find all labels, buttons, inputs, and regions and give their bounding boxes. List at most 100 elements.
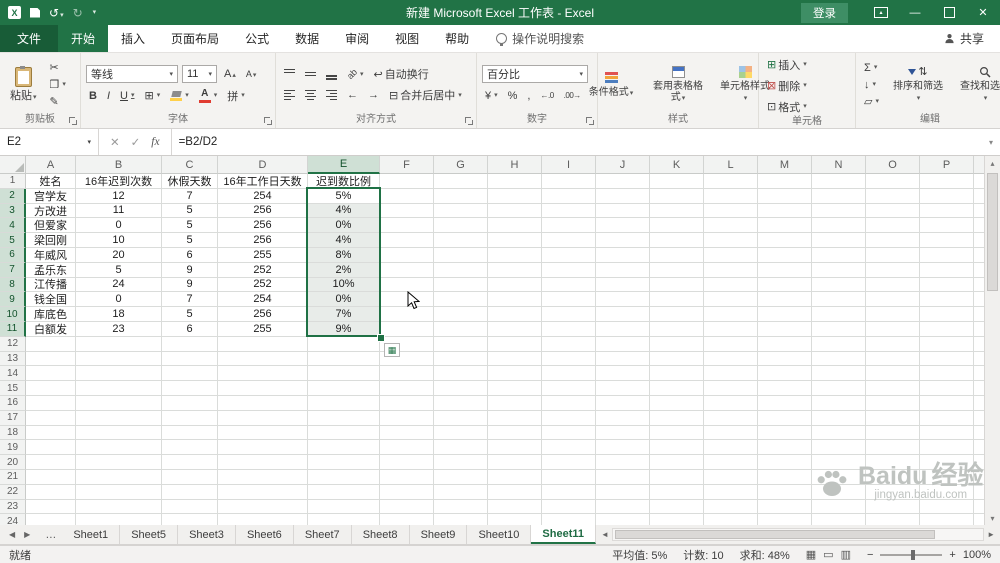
cell-L24[interactable] <box>704 514 758 525</box>
cell-M3[interactable] <box>758 203 812 219</box>
cell-F15[interactable] <box>380 381 434 396</box>
cell-O8[interactable] <box>866 277 920 293</box>
cell-K5[interactable] <box>650 233 704 248</box>
cell-X15[interactable] <box>974 381 984 396</box>
cell-N4[interactable] <box>812 218 866 234</box>
row-header-7[interactable]: 7 <box>0 262 26 278</box>
cell-D13[interactable] <box>218 351 308 367</box>
cell-H23[interactable] <box>488 499 542 515</box>
cell-A8[interactable]: 江传播 <box>26 277 76 293</box>
cell-X14[interactable] <box>974 366 984 382</box>
cell-G22[interactable] <box>434 484 488 500</box>
cell-C7[interactable]: 9 <box>162 262 218 278</box>
cell-L21[interactable] <box>704 469 758 485</box>
cell-B12[interactable] <box>76 336 162 352</box>
sheet-tab-Sheet3[interactable]: Sheet3 <box>178 525 236 544</box>
cell-O10[interactable] <box>866 307 920 322</box>
cell-E18[interactable] <box>308 425 380 441</box>
cell-H8[interactable] <box>488 277 542 293</box>
cell-N15[interactable] <box>812 381 866 396</box>
cell-F20[interactable] <box>380 455 434 470</box>
sheet-tab-Sheet6[interactable]: Sheet6 <box>236 525 294 544</box>
cell-X10[interactable] <box>974 307 984 322</box>
cell-E1[interactable]: 迟到数比例 <box>308 174 380 189</box>
cell-O11[interactable] <box>866 321 920 337</box>
cell-M5[interactable] <box>758 233 812 248</box>
cell-L11[interactable] <box>704 321 758 337</box>
cell-K16[interactable] <box>650 395 704 411</box>
clear-button[interactable]: ▱ ▾ <box>861 93 882 110</box>
cell-P20[interactable] <box>920 455 974 470</box>
cell-C17[interactable] <box>162 410 218 426</box>
cell-E14[interactable] <box>308 366 380 382</box>
cell-D11[interactable]: 255 <box>218 321 308 337</box>
fill-button[interactable]: ↓ ▾ <box>861 76 882 93</box>
column-header-E[interactable]: E <box>308 156 380 174</box>
cell-X8[interactable] <box>974 277 984 293</box>
cell-D14[interactable] <box>218 366 308 382</box>
cell-H15[interactable] <box>488 381 542 396</box>
cell-C20[interactable] <box>162 455 218 470</box>
cell-I7[interactable] <box>542 262 596 278</box>
cell-C1[interactable]: 休假天数 <box>162 174 218 189</box>
cell-E11[interactable]: 9% <box>308 321 380 337</box>
cell-A14[interactable] <box>26 366 76 382</box>
cell-A17[interactable] <box>26 410 76 426</box>
cell-F19[interactable] <box>380 440 434 456</box>
normal-view-icon[interactable]: ▦ <box>806 548 816 561</box>
cell-J1[interactable] <box>596 174 650 189</box>
cell-I3[interactable] <box>542 203 596 219</box>
cell-C13[interactable] <box>162 351 218 367</box>
cell-O13[interactable] <box>866 351 920 367</box>
cell-C23[interactable] <box>162 499 218 515</box>
cell-G3[interactable] <box>434 203 488 219</box>
share-button[interactable]: 共享 <box>928 25 1000 52</box>
cell-X9[interactable] <box>974 292 984 308</box>
cell-B16[interactable] <box>76 395 162 411</box>
cell-F17[interactable] <box>380 410 434 426</box>
sheet-tab-Sheet10[interactable]: Sheet10 <box>467 525 532 544</box>
cell-D9[interactable]: 254 <box>218 292 308 308</box>
cell-M16[interactable] <box>758 395 812 411</box>
cell-H7[interactable] <box>488 262 542 278</box>
cell-K20[interactable] <box>650 455 704 470</box>
cell-X22[interactable] <box>974 484 984 500</box>
cell-A3[interactable]: 方改进 <box>26 203 76 219</box>
cell-H11[interactable] <box>488 321 542 337</box>
cell-C5[interactable]: 5 <box>162 233 218 248</box>
cell-D18[interactable] <box>218 425 308 441</box>
cell-O16[interactable] <box>866 395 920 411</box>
cell-C14[interactable] <box>162 366 218 382</box>
cell-K11[interactable] <box>650 321 704 337</box>
cell-B9[interactable]: 0 <box>76 292 162 308</box>
cell-E20[interactable] <box>308 455 380 470</box>
cell-K3[interactable] <box>650 203 704 219</box>
accounting-format-button[interactable]: ¥ ▾ <box>482 87 501 104</box>
cell-J18[interactable] <box>596 425 650 441</box>
cell-M15[interactable] <box>758 381 812 396</box>
cell-L10[interactable] <box>704 307 758 322</box>
formula-input[interactable]: =B2/D2 <box>172 129 982 155</box>
cell-M2[interactable] <box>758 188 812 204</box>
column-header-D[interactable]: D <box>218 156 308 174</box>
row-header-23[interactable]: 23 <box>0 499 26 515</box>
row-header-16[interactable]: 16 <box>0 395 26 411</box>
cell-F8[interactable] <box>380 277 434 293</box>
cell-X18[interactable] <box>974 425 984 441</box>
cell-P23[interactable] <box>920 499 974 515</box>
cell-K6[interactable] <box>650 247 704 263</box>
cell-N9[interactable] <box>812 292 866 308</box>
insert-cells-button[interactable]: ⊞ 插入 ▾ <box>764 56 810 73</box>
cell-H20[interactable] <box>488 455 542 470</box>
cell-F7[interactable] <box>380 262 434 278</box>
cell-E16[interactable] <box>308 395 380 411</box>
cell-G20[interactable] <box>434 455 488 470</box>
cell-G12[interactable] <box>434 336 488 352</box>
format-cells-button[interactable]: ⊡ 格式 ▾ <box>764 98 810 115</box>
cell-G21[interactable] <box>434 469 488 485</box>
font-name-select[interactable]: 等线 ▾ <box>86 65 178 83</box>
column-header-O[interactable]: O <box>866 156 920 174</box>
cell-E13[interactable] <box>308 351 380 367</box>
cell-A13[interactable] <box>26 351 76 367</box>
cell-G16[interactable] <box>434 395 488 411</box>
